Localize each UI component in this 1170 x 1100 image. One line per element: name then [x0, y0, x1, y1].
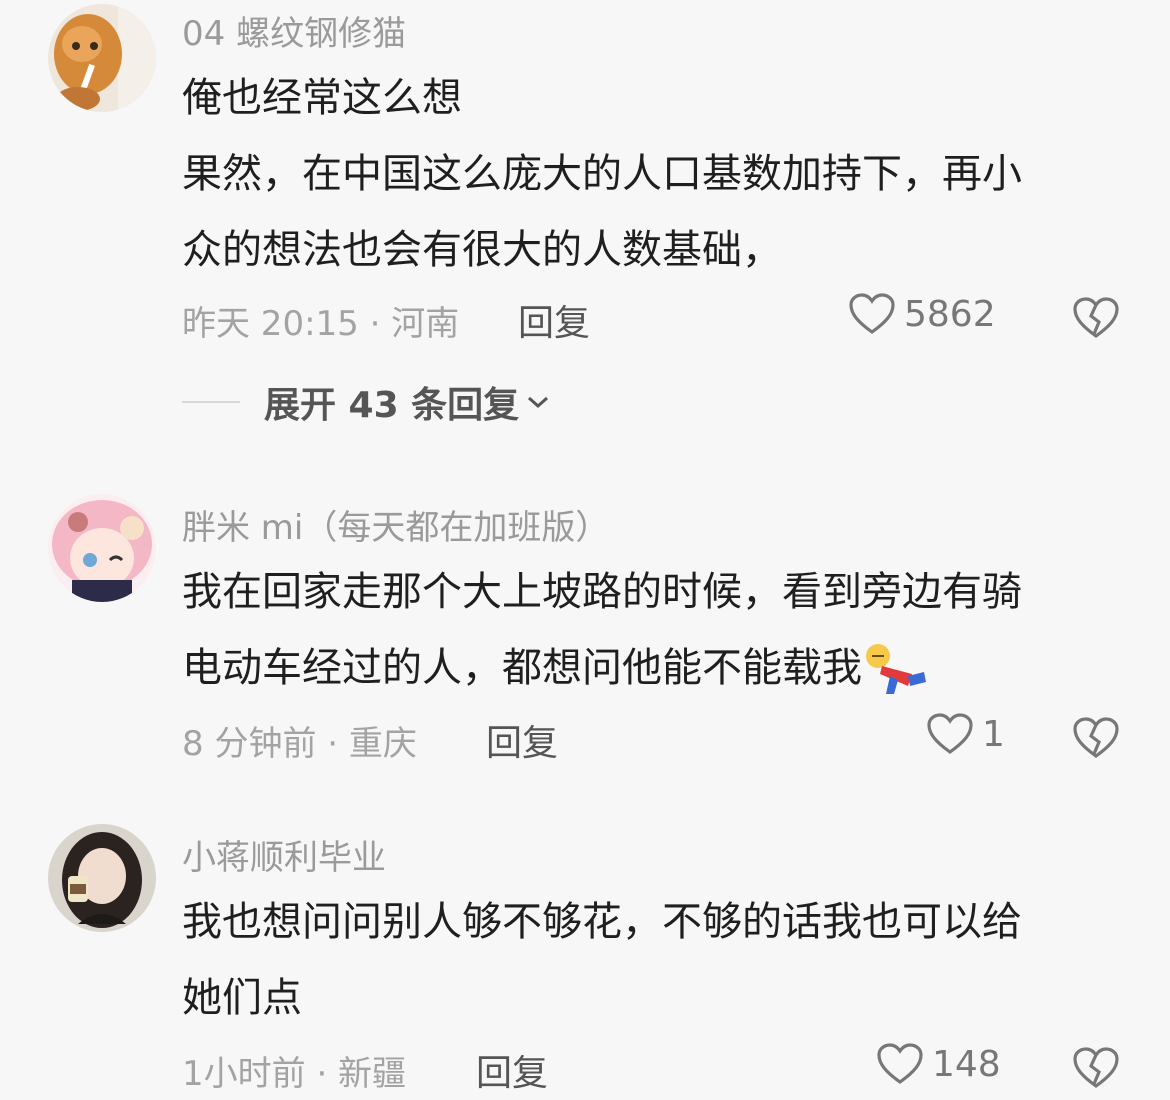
like-count: 1 — [982, 713, 1005, 755]
reply-button[interactable]: 回复 — [486, 714, 558, 766]
avatar[interactable] — [48, 824, 156, 932]
reply-button[interactable]: 回复 — [518, 294, 590, 346]
username[interactable]: 04 螺纹钢修猫 — [182, 6, 406, 55]
like-count: 148 — [932, 1043, 1001, 1085]
username[interactable]: 小蒋顺利毕业 — [182, 830, 386, 879]
falling-person-emoji — [866, 644, 926, 694]
dislike-button[interactable] — [1072, 1046, 1120, 1090]
comment-line: 电动车经过的人，都想问他能不能载我 — [182, 630, 1122, 706]
heart-outline-icon — [877, 1043, 923, 1084]
dislike-button[interactable] — [1072, 716, 1120, 760]
heart-outline-icon — [849, 293, 895, 334]
comment-meta: 昨天 20:15 · 河南 — [182, 304, 460, 344]
like-button[interactable]: 148 — [876, 1042, 1001, 1086]
comment-line: 我也想问问别人够不够花，不够的话我也可以给 — [182, 899, 1022, 945]
comment-text: 我在回家走那个大上坡路的时候，看到旁边有骑 电动车经过的人，都想问他能不能载我 — [182, 554, 1122, 706]
dislike-button[interactable] — [1072, 296, 1120, 340]
divider — [182, 401, 240, 403]
expand-replies-label: 展开 43 条回复 — [264, 385, 520, 426]
comment-meta: 1小时前 · 新疆 — [182, 1054, 407, 1094]
avatar[interactable] — [48, 494, 156, 602]
heart-outline-icon — [927, 713, 973, 754]
comment-line-text: 电动车经过的人，都想问他能不能载我 — [182, 645, 862, 691]
reply-button[interactable]: 回复 — [476, 1044, 548, 1096]
avatar[interactable] — [48, 4, 156, 112]
like-count: 5862 — [904, 293, 996, 335]
like-button[interactable]: 5862 — [848, 292, 996, 336]
comment-text: 我也想问问别人够不够花，不够的话我也可以给 她们点 — [182, 884, 1122, 1036]
expand-replies-button[interactable]: 展开 43 条回复 — [182, 376, 551, 428]
comment-line: 我在回家走那个大上坡路的时候，看到旁边有骑 — [182, 569, 1022, 615]
comment-line: 她们点 — [182, 975, 302, 1021]
comment-line: 果然，在中国这么庞大的人口基数加持下，再小 — [182, 151, 1022, 197]
broken-heart-icon — [1073, 1047, 1119, 1088]
broken-heart-icon — [1073, 717, 1119, 758]
chevron-down-icon — [528, 396, 549, 409]
comment-line: 俺也经常这么想 — [182, 75, 462, 121]
username[interactable]: 胖米 mi（每天都在加班版） — [182, 500, 609, 549]
comment-meta: 8 分钟前 · 重庆 — [182, 724, 417, 764]
broken-heart-icon — [1073, 297, 1119, 338]
comment-line: 众的想法也会有很大的人数基础， — [182, 227, 782, 273]
comment-text: 俺也经常这么想 果然，在中国这么庞大的人口基数加持下，再小 众的想法也会有很大的… — [182, 60, 1122, 288]
like-button[interactable]: 1 — [926, 712, 1005, 756]
